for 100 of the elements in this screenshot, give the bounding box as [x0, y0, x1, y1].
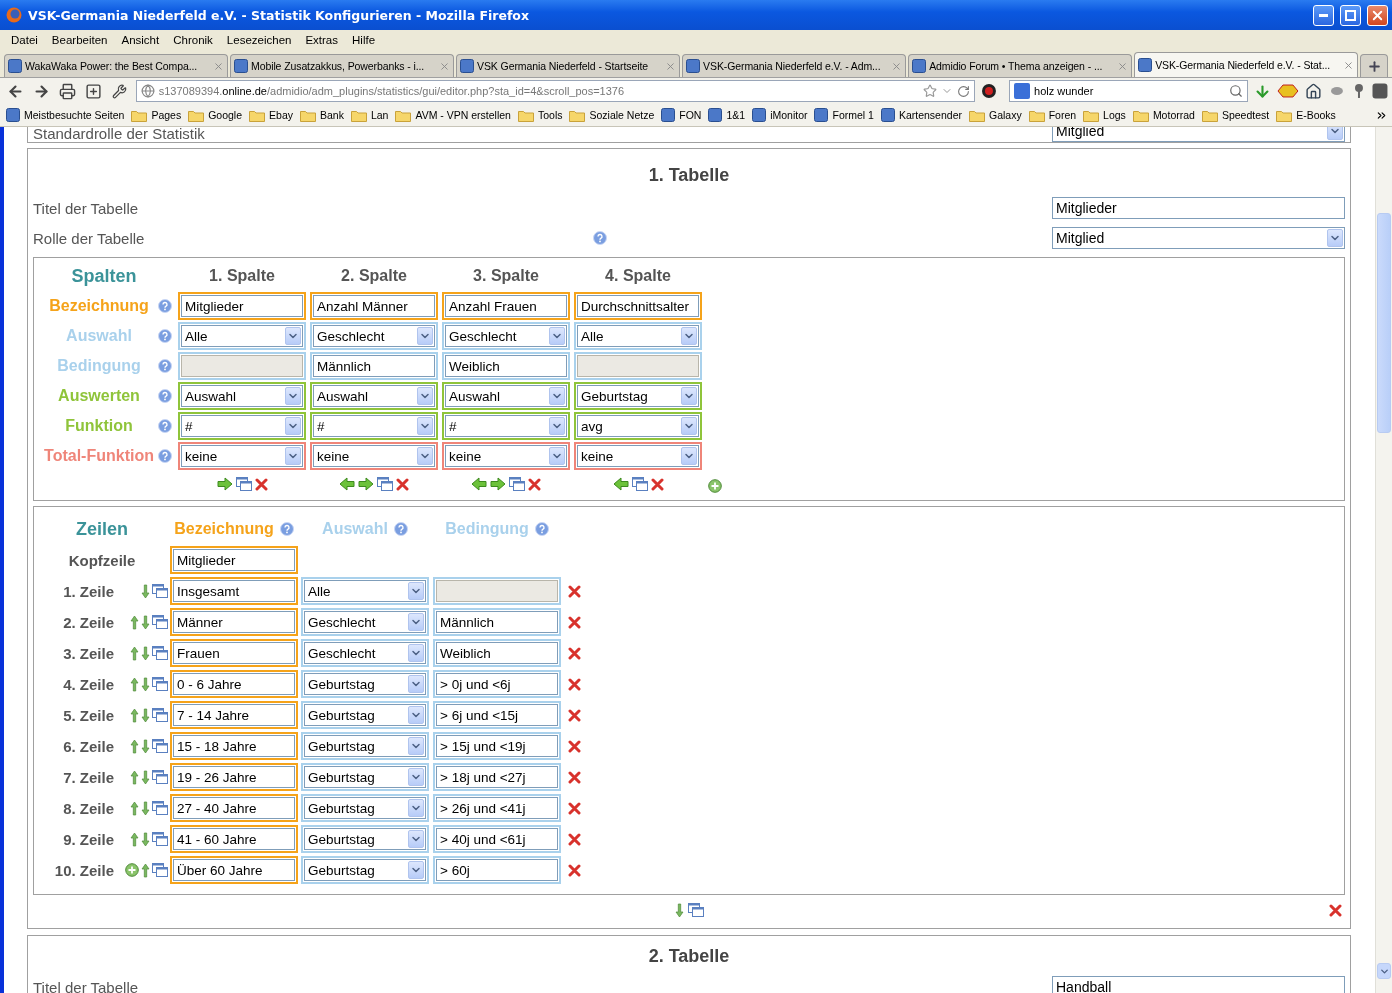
- scrollbar[interactable]: [1375, 127, 1392, 993]
- help-icon[interactable]: [158, 449, 172, 463]
- arrow-down-icon[interactable]: [141, 800, 150, 816]
- bookmark[interactable]: Soziale Netze: [569, 108, 655, 122]
- dropdown[interactable]: Alle: [181, 325, 303, 347]
- dropdown[interactable]: #: [181, 415, 303, 437]
- bookmark[interactable]: Formel 1: [814, 108, 874, 122]
- dropdown[interactable]: keine: [445, 445, 567, 467]
- help-icon[interactable]: [158, 329, 172, 343]
- text-field[interactable]: 0 - 6 Jahre: [173, 673, 295, 695]
- help-icon[interactable]: [158, 389, 172, 403]
- copy-icon[interactable]: [687, 902, 704, 917]
- bookmark[interactable]: E-Books: [1276, 108, 1336, 122]
- copy-icon[interactable]: [152, 708, 168, 722]
- bookmark[interactable]: FON: [661, 108, 702, 122]
- delete-icon[interactable]: [568, 739, 581, 753]
- delete-icon[interactable]: [396, 477, 409, 491]
- bookmark[interactable]: Logs: [1083, 108, 1126, 122]
- bookmark[interactable]: Pages: [131, 108, 182, 122]
- help-icon[interactable]: [158, 299, 172, 313]
- menu-item[interactable]: Extras: [298, 34, 345, 46]
- arrow-up-icon[interactable]: [130, 800, 139, 816]
- text-field[interactable]: Männer: [173, 611, 295, 633]
- address-bar[interactable]: s137089394.online.de/admidio/adm_plugins/statistics/gui/editor.php?sta_id=4&scroll_pos=1376: [135, 80, 976, 102]
- copy-icon[interactable]: [152, 584, 168, 598]
- delete-icon[interactable]: [568, 584, 581, 598]
- dropdown[interactable]: Alle: [577, 325, 699, 347]
- text-field[interactable]: Weiblich: [445, 355, 567, 377]
- dropdown[interactable]: Geburtstag: [304, 859, 426, 881]
- bookmark-star-icon[interactable]: [923, 84, 938, 98]
- arrow-down-icon[interactable]: [141, 676, 150, 692]
- bookmark[interactable]: Meistbesuchte Seiten: [6, 108, 125, 122]
- search-icon[interactable]: [1229, 84, 1244, 98]
- text-field[interactable]: 19 - 26 Jahre: [173, 766, 295, 788]
- text-field[interactable]: Männlich: [436, 611, 558, 633]
- delete-icon[interactable]: [528, 477, 541, 491]
- bookmark[interactable]: Bank: [300, 108, 344, 122]
- bookmark[interactable]: Lan: [350, 108, 389, 122]
- bookmark[interactable]: Speedtest: [1201, 108, 1270, 122]
- bookmark[interactable]: AVM - VPN erstellen: [395, 108, 511, 122]
- arrow-right-icon[interactable]: [216, 477, 233, 491]
- delete-icon[interactable]: [568, 646, 581, 660]
- delete-icon[interactable]: [568, 832, 581, 846]
- text-field[interactable]: Anzahl Männer: [313, 295, 435, 317]
- help-icon[interactable]: [158, 359, 172, 373]
- search-engine-icon[interactable]: [1014, 83, 1031, 99]
- record-icon[interactable]: [981, 83, 998, 99]
- arrow-left-icon[interactable]: [612, 477, 629, 491]
- arrow-down-icon[interactable]: [141, 583, 150, 599]
- arrow-left-icon[interactable]: [339, 477, 355, 491]
- dropdown[interactable]: Geburtstag: [304, 797, 426, 819]
- help-icon[interactable]: [279, 522, 294, 536]
- dropdown[interactable]: Geburtstag: [304, 735, 426, 757]
- text-field[interactable]: > 40j und <61j: [436, 828, 558, 850]
- dropdown[interactable]: Geburtstag: [304, 766, 426, 788]
- new-tab-button[interactable]: [1360, 54, 1388, 77]
- delete-icon[interactable]: [568, 615, 581, 629]
- arrow-down-icon[interactable]: [141, 769, 150, 785]
- reload-icon[interactable]: [957, 84, 971, 98]
- minimize-button[interactable]: [1313, 4, 1334, 26]
- text-field[interactable]: Handball: [1052, 976, 1345, 993]
- bookmark[interactable]: 1&1: [708, 108, 746, 122]
- text-field[interactable]: > 6j und <15j: [436, 704, 558, 726]
- copy-icon[interactable]: [152, 832, 168, 846]
- add-icon[interactable]: [83, 81, 104, 101]
- bookmark[interactable]: iMonitor: [752, 108, 808, 122]
- text-field[interactable]: Frauen: [173, 642, 295, 664]
- browser-tab[interactable]: VSK Germania Niederfeld - Startseite: [456, 54, 681, 77]
- copy-icon[interactable]: [235, 477, 252, 491]
- delete-icon[interactable]: [568, 801, 581, 815]
- dropdown[interactable]: Geschlecht: [304, 611, 426, 633]
- delete-icon[interactable]: [254, 477, 268, 491]
- menu-item[interactable]: Bearbeiten: [44, 34, 115, 46]
- delete-icon[interactable]: [568, 770, 581, 784]
- help-icon[interactable]: [393, 522, 408, 536]
- help-icon[interactable]: [158, 419, 172, 433]
- home-icon[interactable]: [1305, 82, 1323, 100]
- arrow-down-icon[interactable]: [141, 614, 150, 630]
- close-tab-icon[interactable]: [1117, 60, 1129, 72]
- dropdown[interactable]: #: [445, 415, 567, 437]
- close-button[interactable]: [1367, 4, 1388, 26]
- arrow-up-icon[interactable]: [130, 769, 139, 785]
- arrow-up-icon[interactable]: [130, 676, 139, 692]
- delete-icon[interactable]: [650, 477, 664, 491]
- dropdown[interactable]: Auswahl: [181, 385, 303, 407]
- text-field[interactable]: Mitglieder: [1052, 197, 1345, 219]
- text-field[interactable]: Durchschnittsalter: [577, 295, 699, 317]
- copy-icon[interactable]: [631, 477, 648, 491]
- browser-tab[interactable]: VSK-Germania Niederfeld e.V. - Adm...: [682, 54, 907, 77]
- menu-item[interactable]: Lesezeichen: [219, 34, 299, 46]
- close-tab-icon[interactable]: [439, 60, 451, 72]
- text-field[interactable]: > 26j und <41j: [436, 797, 558, 819]
- search-field[interactable]: holz wunder: [1009, 80, 1249, 102]
- text-field[interactable]: 27 - 40 Jahre: [173, 797, 295, 819]
- dropdown[interactable]: avg: [577, 415, 699, 437]
- bookmark[interactable]: Motorrad: [1132, 108, 1195, 122]
- scroll-down-button[interactable]: [1377, 963, 1391, 979]
- copy-icon[interactable]: [152, 677, 168, 691]
- menu-item[interactable]: Hilfe: [345, 34, 383, 46]
- arrow-down-icon[interactable]: [141, 645, 150, 661]
